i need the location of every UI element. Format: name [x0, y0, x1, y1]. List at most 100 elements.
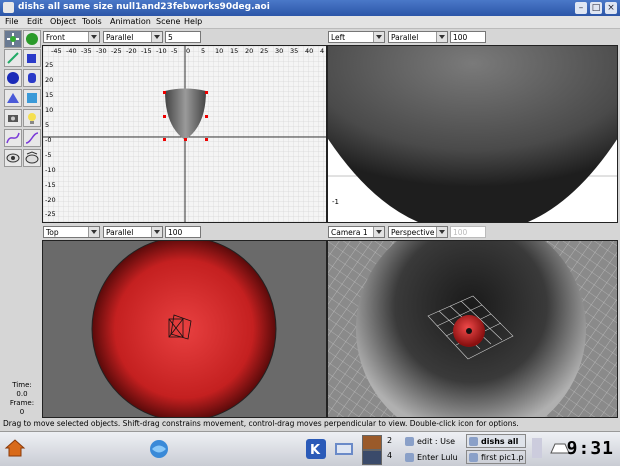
polygon-tool[interactable] [4, 89, 22, 107]
selection-handle[interactable] [184, 138, 187, 141]
x-tick: -35 [81, 47, 92, 55]
x-tick: 20 [245, 47, 254, 55]
cylinder-tool[interactable] [23, 69, 41, 87]
x-tick: -30 [96, 47, 107, 55]
menu-help[interactable]: Help [184, 16, 202, 28]
y-tick: 20 [45, 76, 54, 84]
camera-tool[interactable] [4, 109, 22, 127]
chevron-down-icon [88, 227, 99, 237]
polymesh-tool[interactable] [23, 89, 41, 107]
tool-palette [2, 29, 42, 169]
home-icon[interactable] [4, 437, 26, 459]
left-view-canvas [328, 46, 617, 222]
sphere-tool[interactable] [4, 69, 22, 87]
app-icon[interactable] [3, 2, 14, 13]
pager-desktop-3[interactable] [362, 450, 382, 465]
chevron-down-icon [88, 32, 99, 42]
projection-select-left[interactable]: Parallel [388, 31, 448, 43]
task-dishs[interactable]: dishs all [466, 434, 526, 448]
menu-edit[interactable]: Edit [27, 16, 43, 28]
x-tick: -25 [111, 47, 122, 55]
menu-file[interactable]: File [5, 16, 18, 28]
scale-field-top[interactable]: 100 [165, 226, 201, 238]
chevron-down-icon [151, 32, 162, 42]
view-select-top[interactable]: Top [43, 226, 100, 238]
cube-tool[interactable] [23, 49, 41, 67]
camera-viewport[interactable] [327, 240, 618, 418]
rotate-tool[interactable] [23, 30, 41, 48]
selection-handle[interactable] [205, 91, 208, 94]
y-tick: 10 [45, 106, 54, 114]
task-label: dishs all [481, 437, 519, 446]
projection-select-label: Parallel [106, 33, 134, 42]
tray-handle[interactable] [532, 438, 542, 458]
time-info: Time: 0.0 Frame: 0 [2, 381, 42, 417]
menu-animation[interactable]: Animation [110, 16, 151, 28]
scale-field-front[interactable]: 5 [165, 31, 201, 43]
projection-select-label: Parallel [106, 228, 134, 237]
left-viewport[interactable]: -1 [327, 45, 618, 223]
launcher-icon[interactable] [333, 438, 355, 460]
pager-desktop-1[interactable] [362, 435, 382, 450]
pager-desktop-4[interactable]: 4 [387, 451, 392, 460]
menu-object[interactable]: Object [50, 16, 76, 28]
svg-text:K: K [310, 443, 321, 458]
task-first-pic[interactable]: first pic1.p [466, 450, 526, 464]
close-button[interactable]: × [605, 2, 617, 14]
task-label: edit : Use [417, 437, 456, 446]
light-tool[interactable] [23, 109, 41, 127]
y-tick: -20 [45, 196, 56, 204]
selection-handle[interactable] [205, 138, 208, 141]
chevron-down-icon [373, 32, 384, 42]
projection-select-camera[interactable]: Perspective [388, 226, 448, 238]
rotate-view-tool[interactable] [23, 149, 41, 167]
chevron-down-icon [436, 227, 447, 237]
task-edit[interactable]: edit : Use [402, 434, 464, 448]
pager-desktop-2[interactable]: 2 [387, 436, 392, 445]
view-eye-tool[interactable] [4, 149, 22, 167]
frame-label: Frame: [9, 399, 35, 407]
y-tick: 5 [45, 121, 50, 129]
task-label: first pic1.p [481, 453, 524, 462]
view-select-front[interactable]: Front [43, 31, 100, 43]
network-icon[interactable] [148, 438, 170, 460]
left-dish-object[interactable] [328, 46, 617, 222]
move-tool[interactable] [4, 30, 22, 48]
task-lulu[interactable]: Enter Lulu [402, 450, 464, 464]
selection-handle[interactable] [205, 115, 208, 118]
selection-handle[interactable] [163, 91, 166, 94]
y-tick: 15 [45, 91, 54, 99]
top-viewport[interactable] [42, 240, 327, 418]
minimize-button[interactable]: – [575, 2, 587, 14]
projection-select-top[interactable]: Parallel [103, 226, 163, 238]
view-select-label: Top [46, 228, 59, 237]
scale-field-left[interactable]: 100 [450, 31, 486, 43]
view-select-label: Left [331, 33, 346, 42]
top-dish-object[interactable] [91, 241, 277, 417]
y-tick: -25 [45, 210, 56, 218]
image-icon [469, 453, 478, 462]
view-select-label: Front [46, 33, 65, 42]
curve-tool[interactable] [4, 129, 22, 147]
browser-icon [405, 437, 414, 446]
menu-tools[interactable]: Tools [82, 16, 102, 28]
projection-select-front[interactable]: Parallel [103, 31, 163, 43]
maximize-button[interactable]: □ [590, 2, 602, 14]
menu-scene[interactable]: Scene [156, 16, 180, 28]
front-viewport[interactable]: -45 -40 -35 -30 -25 -20 -15 -10 -5 0 5 1… [42, 45, 327, 223]
kde-menu-icon[interactable]: K [305, 438, 327, 460]
y-tick: -0 [45, 136, 52, 144]
selection-handle[interactable] [163, 115, 166, 118]
y-tick: -15 [45, 181, 56, 189]
scale-tool[interactable] [4, 49, 22, 67]
view-select-left[interactable]: Left [328, 31, 385, 43]
camera-null-object[interactable] [466, 328, 472, 334]
chevron-down-icon [436, 32, 447, 42]
selection-handle[interactable] [163, 138, 166, 141]
title-bar: dishs all same size null1and23febworks90… [0, 0, 620, 16]
projection-select-label: Perspective [391, 228, 435, 237]
tube-tool[interactable] [23, 129, 41, 147]
y-tick: 25 [45, 61, 54, 69]
view-select-camera[interactable]: Camera 1 [328, 226, 385, 238]
chevron-down-icon [373, 227, 384, 237]
